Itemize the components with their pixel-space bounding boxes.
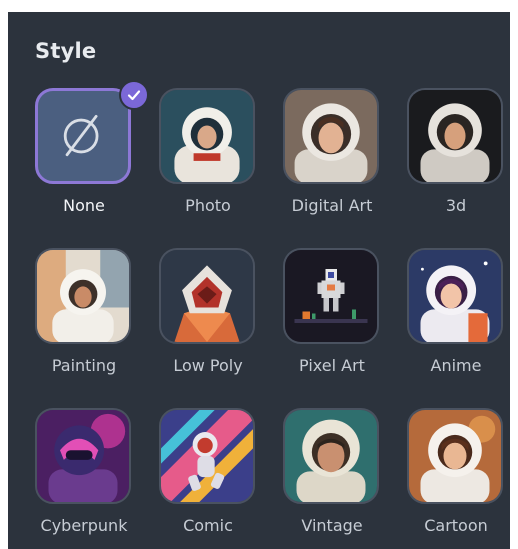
style-label: Pixel Art [299,356,365,375]
style-grid: None Photo Digital Art 3d Painting Low P… [32,80,510,549]
astronaut-digital-art-thumbnail [283,88,379,184]
style-label: Cyberpunk [40,516,128,535]
astronaut-painting-thumbnail [35,248,131,344]
style-option-painting[interactable]: Painting [32,246,156,406]
style-option-pixel-art[interactable]: Pixel Art [280,246,404,406]
style-option-3d[interactable]: 3d [404,86,510,246]
panel-title: Style [35,39,97,63]
astronaut-photo-thumbnail [159,88,255,184]
style-label: Photo [185,196,231,215]
style-option-vintage[interactable]: Vintage [280,406,404,549]
style-option-digital-art[interactable]: Digital Art [280,86,404,246]
style-label: Vintage [301,516,363,535]
style-label: Anime [430,356,482,375]
style-label: Digital Art [291,196,373,215]
astronaut-cyberpunk-thumbnail [35,408,131,504]
style-option-anime[interactable]: Anime [404,246,510,406]
style-panel: Style None Photo Digital Art 3d Painting… [8,12,510,549]
style-label: Comic [183,516,233,535]
style-label: 3d [445,196,467,215]
style-label: Painting [51,356,117,375]
astronaut-cartoon-thumbnail [407,408,503,504]
style-option-cyberpunk[interactable]: Cyberpunk [32,406,156,549]
astronaut-low-poly-thumbnail [159,248,255,344]
style-option-none[interactable]: None [32,80,156,246]
astronaut-anime-thumbnail [407,248,503,344]
astronaut-comic-thumbnail [159,408,255,504]
style-option-low-poly[interactable]: Low Poly [156,246,280,406]
style-label: None [63,196,105,215]
no-style-icon [35,88,131,184]
style-option-comic[interactable]: Comic [156,406,280,549]
selected-check-icon [119,80,149,110]
style-option-cartoon[interactable]: Cartoon [404,406,510,549]
style-label: Cartoon [424,516,488,535]
style-option-photo[interactable]: Photo [156,86,280,246]
astronaut-pixel-art-thumbnail [283,248,379,344]
astronaut-3d-thumbnail [407,88,503,184]
astronaut-vintage-thumbnail [283,408,379,504]
style-label: Low Poly [173,356,243,375]
